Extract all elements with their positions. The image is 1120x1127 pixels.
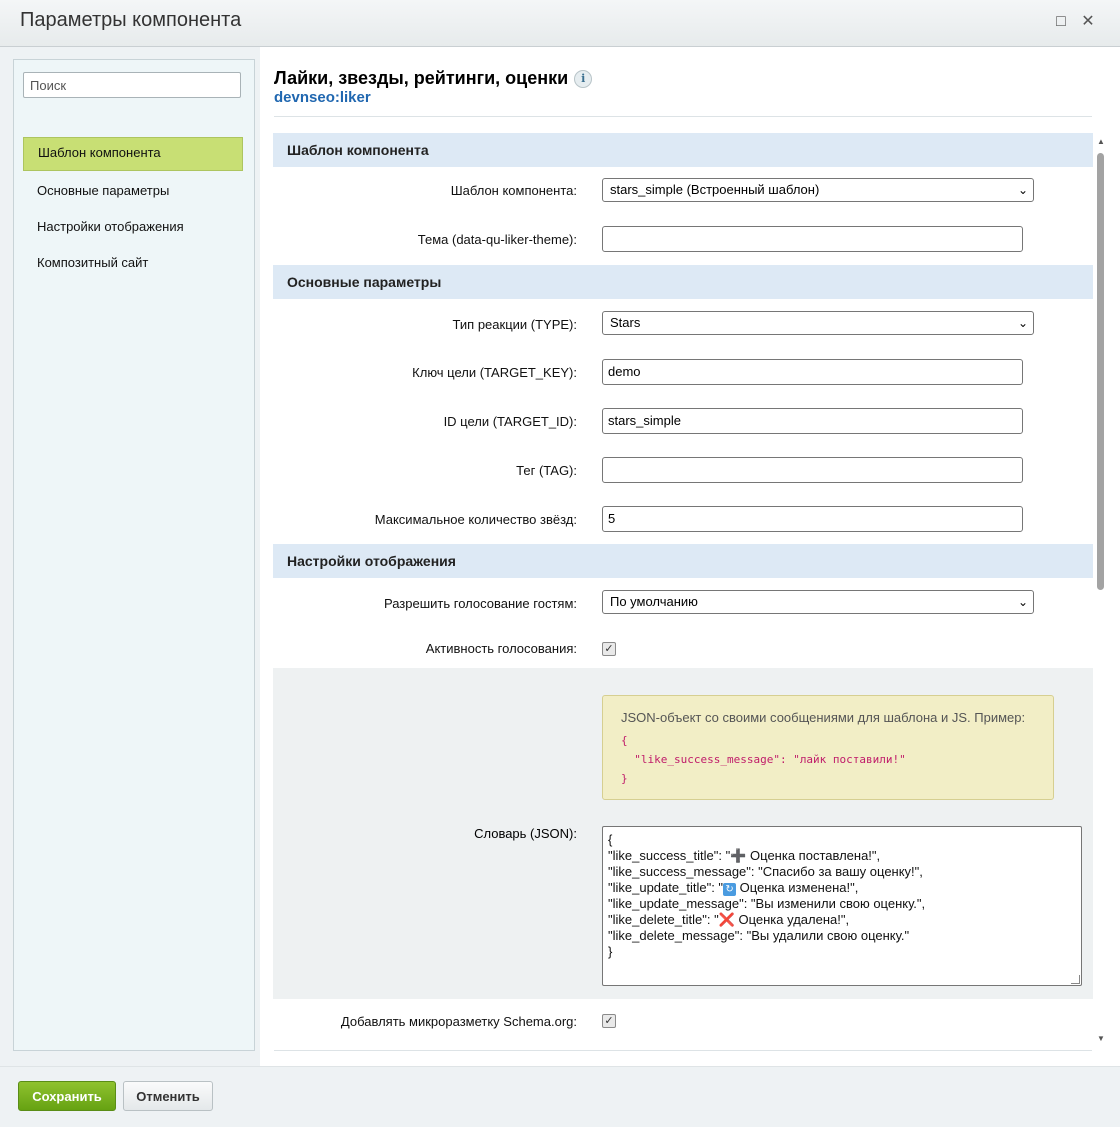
scrollbar-thumb[interactable] <box>1097 153 1104 590</box>
guest-label: Разрешить голосование гостям: <box>383 596 577 611</box>
component-code: devnseo:liker <box>274 89 371 106</box>
param-row-theme: Тема (data-qu-liker-theme): <box>273 214 1093 265</box>
theme-label: Тема (data-qu-liker-theme): <box>417 232 577 247</box>
target-key-label: Ключ цели (TARGET_KEY): <box>412 365 577 380</box>
main-panel: Лайки, звезды, рейтинги, оценки i devnseo… <box>260 47 1120 1066</box>
json-line: "like_success_title": "➕ Оценка поставле… <box>608 848 881 863</box>
component-title: Лайки, звезды, рейтинги, оценки i <box>274 68 593 89</box>
window-title: Параметры компонента <box>20 9 242 31</box>
target-id-label: ID цели (TARGET_ID): <box>443 414 577 429</box>
param-row-target-key: Ключ цели (TARGET_KEY): demo <box>273 346 1093 395</box>
dictionary-textarea[interactable]: { "like_success_title": "➕ Оценка постав… <box>602 826 1082 986</box>
max-stars-input[interactable]: 5 <box>602 506 1023 532</box>
guest-select[interactable]: По умолчанию ⌄ <box>602 590 1034 614</box>
param-row-dictionary: JSON-объект со своими сообщениями для ша… <box>273 668 1093 999</box>
hint-box: JSON-объект со своими сообщениями для ша… <box>602 695 1054 800</box>
sidebar-item-template[interactable]: Шаблон компонента <box>23 137 243 171</box>
param-row-schema: Добавлять микроразметку Schema.org: ✓ <box>273 999 1093 1043</box>
sidebar-item-main-params[interactable]: Основные параметры <box>23 175 243 207</box>
hint-code-line: "like_success_message": "лайк поставили!… <box>634 753 906 766</box>
plus-icon: ➕ <box>730 848 747 863</box>
target-id-input[interactable]: stars_simple <box>602 408 1023 434</box>
param-row-max-stars: Максимальное количество звёзд: 5 <box>273 493 1093 544</box>
save-button[interactable]: Сохранить <box>18 1081 116 1111</box>
param-row-tag: Тег (TAG): <box>273 444 1093 493</box>
param-row-guest: Разрешить голосование гостям: По умолчан… <box>273 578 1093 624</box>
hint-code: { "like_success_message": "лайк поставил… <box>621 731 1053 788</box>
template-label: Шаблон компонента: <box>450 183 577 198</box>
sidebar-item-display-settings[interactable]: Настройки отображения <box>23 211 243 243</box>
cross-icon: ❌ <box>718 912 735 927</box>
json-line: "like_update_title": " ↻ Оценка изменена!… <box>608 880 859 896</box>
json-line: "like_delete_title": "❌ Оценка удалена!"… <box>608 912 850 927</box>
template-select-value: stars_simple (Встроенный шаблон) <box>610 182 820 197</box>
json-line: "like_success_message": "Спасибо за вашу… <box>608 864 923 879</box>
guest-select-value: По умолчанию <box>610 594 698 609</box>
dialog-footer: Сохранить Отменить <box>0 1066 1120 1127</box>
type-label: Тип реакции (TYPE): <box>452 317 577 332</box>
search-input[interactable] <box>23 72 241 98</box>
component-title-text: Лайки, звезды, рейтинги, оценки <box>274 68 569 88</box>
active-checkbox[interactable]: ✓ <box>602 642 616 656</box>
template-select[interactable]: stars_simple (Встроенный шаблон) ⌄ <box>602 178 1034 202</box>
json-line: "like_delete_message": "Вы удалили свою … <box>608 928 910 943</box>
type-select[interactable]: Stars ⌄ <box>602 311 1034 335</box>
schema-checkbox[interactable]: ✓ <box>602 1014 616 1028</box>
json-line: { <box>608 832 613 847</box>
chevron-down-icon: ⌄ <box>1017 183 1028 197</box>
vertical-scrollbar[interactable]: ▲ ▼ <box>1095 133 1107 1045</box>
param-row-type: Тип реакции (TYPE): Stars ⌄ <box>273 299 1093 346</box>
refresh-icon: ↻ <box>723 883 737 896</box>
json-line: "like_update_message": "Вы изменили свою… <box>608 896 926 911</box>
hint-code-open: { <box>621 734 628 747</box>
maximize-icon[interactable]: □ <box>1052 13 1070 31</box>
dialog-body: Шаблон компонента Основные параметры Нас… <box>0 47 1120 1066</box>
sidebar-nav: Шаблон компонента Основные параметры Нас… <box>23 137 243 283</box>
divider <box>274 1050 1092 1051</box>
section-header-main: Основные параметры <box>273 265 1093 299</box>
tag-label: Тег (TAG): <box>516 463 577 478</box>
dictionary-label: Словарь (JSON): <box>474 826 577 841</box>
tag-input[interactable] <box>602 457 1023 483</box>
close-icon[interactable]: ✕ <box>1079 13 1097 31</box>
params-scroll-area: Шаблон компонента Шаблон компонента: sta… <box>273 133 1093 1045</box>
target-key-input[interactable]: demo <box>602 359 1023 385</box>
type-select-value: Stars <box>610 315 641 330</box>
section-header-template: Шаблон компонента <box>273 133 1093 167</box>
theme-input[interactable] <box>602 226 1023 252</box>
param-row-target-id: ID цели (TARGET_ID): stars_simple <box>273 395 1093 444</box>
section-header-display: Настройки отображения <box>273 544 1093 578</box>
active-label: Активность голосования: <box>425 641 577 656</box>
info-icon[interactable]: i <box>574 70 593 88</box>
hint-text: JSON-объект со своими сообщениями для ша… <box>621 710 1026 725</box>
sidebar: Шаблон компонента Основные параметры Нас… <box>13 59 255 1051</box>
resize-handle[interactable] <box>1071 975 1080 984</box>
scroll-down-icon[interactable]: ▼ <box>1097 1034 1105 1043</box>
param-row-active: Активность голосования: ✓ <box>273 624 1093 668</box>
json-line: } <box>608 944 613 959</box>
chevron-down-icon: ⌄ <box>1017 595 1028 609</box>
chevron-down-icon: ⌄ <box>1017 316 1028 330</box>
divider <box>274 116 1092 117</box>
sidebar-item-composite-site[interactable]: Композитный сайт <box>23 247 243 279</box>
cancel-button[interactable]: Отменить <box>123 1081 213 1111</box>
schema-label: Добавлять микроразметку Schema.org: <box>340 1014 577 1029</box>
param-row-template: Шаблон компонента: stars_simple (Встроен… <box>273 167 1093 214</box>
scroll-up-icon[interactable]: ▲ <box>1097 137 1105 146</box>
hint-code-close: } <box>621 772 628 785</box>
max-stars-label: Максимальное количество звёзд: <box>374 512 577 527</box>
window-titlebar: Параметры компонента □ ✕ <box>0 0 1120 47</box>
